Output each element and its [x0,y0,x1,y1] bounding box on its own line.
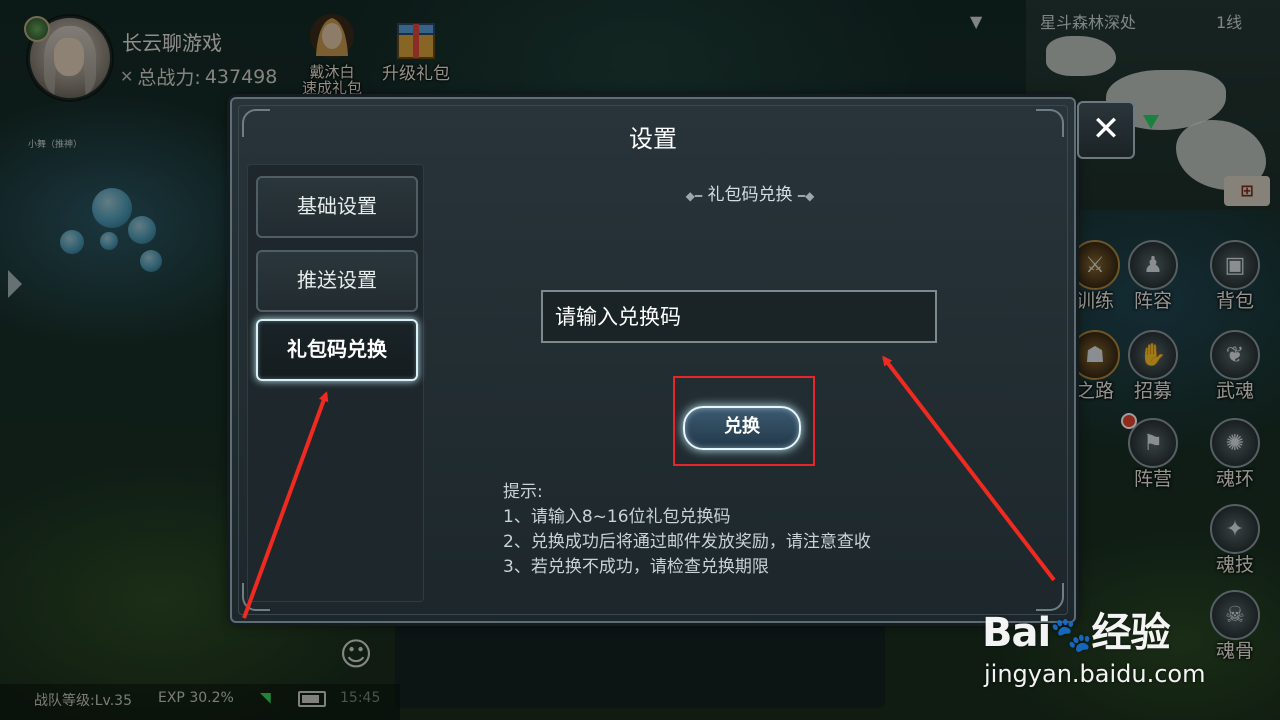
tips-heading: 提示: [503,482,543,502]
watermark-brand: Bai [982,610,1051,656]
ornament-left-icon: ◆━ [685,189,703,203]
tab-gift-code-redeem[interactable]: 礼包码兑换 [256,319,418,381]
close-button[interactable]: ✕ [1077,101,1135,159]
corner-ornament [242,109,270,137]
tip-line: 3、若兑换不成功，请检查兑换期限 [503,557,769,577]
tab-push-settings[interactable]: 推送设置 [256,250,418,312]
dialog-title: 设置 [629,125,677,153]
section-title-text: 礼包码兑换 [707,185,793,205]
watermark-url: jingyan.baidu.com [984,660,1206,688]
tips-block: 提示: 1、请输入8~16位礼包兑换码 2、兑换成功后将通过邮件发放奖励，请注意… [503,480,871,580]
tip-line: 2、兑换成功后将通过邮件发放奖励，请注意查收 [503,532,871,552]
ornament-right-icon: ━◆ [797,189,815,203]
paw-logo-icon: 🐾 [1050,615,1092,655]
gift-code-input[interactable] [541,290,937,343]
watermark-brand-suffix: 经验 [1091,610,1171,656]
tip-line: 1、请输入8~16位礼包兑换码 [503,507,731,527]
tab-basic-settings[interactable]: 基础设置 [256,176,418,238]
section-title: ◆━ 礼包码兑换 ━◆ [430,180,1070,205]
baidu-watermark: Bai🐾经验 [982,600,1171,658]
corner-ornament [1036,109,1064,137]
redeem-highlight-box [673,376,815,466]
